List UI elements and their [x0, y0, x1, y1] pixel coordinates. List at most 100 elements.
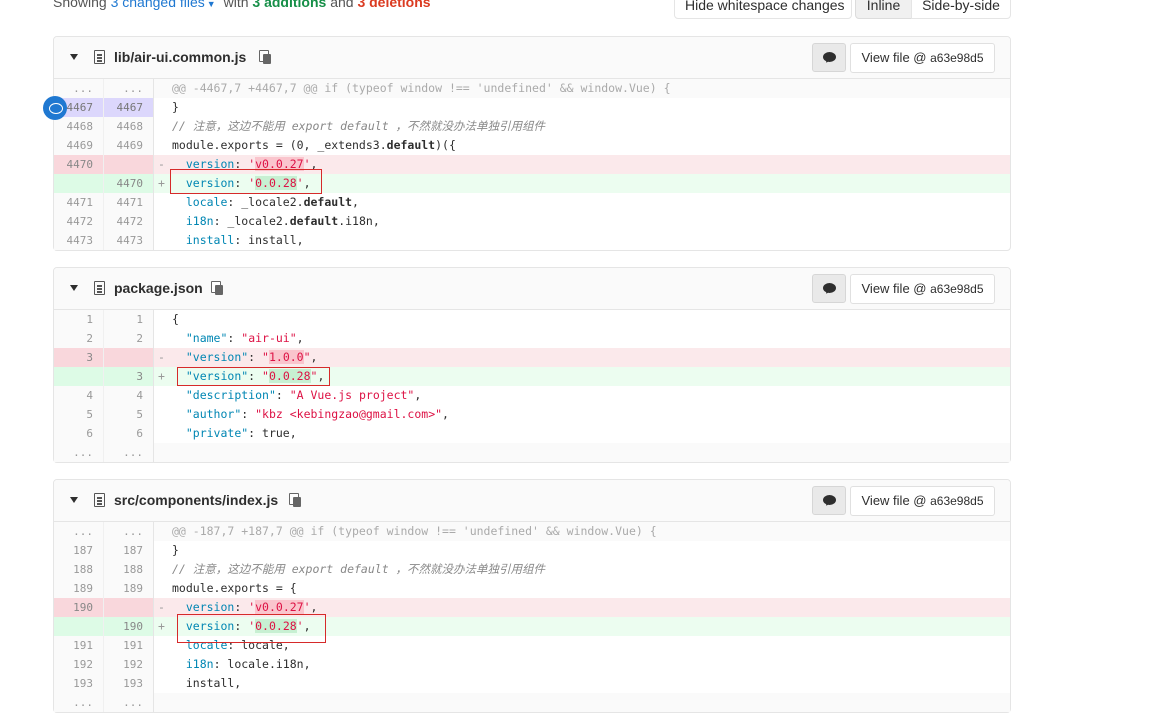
caret-down-icon[interactable]: ▼ — [207, 0, 216, 9]
new-line-number[interactable]: 6 — [104, 424, 154, 443]
diff-line: 55 "author": "kbz <kebingzao@gmail.com>"… — [54, 405, 1010, 424]
line-code: install, — [172, 676, 242, 690]
line-code: @@ -4467,7 +4467,7 @@ if (typeof window … — [172, 79, 1010, 98]
new-line-number[interactable]: 5 — [104, 405, 154, 424]
view-file-button[interactable]: View file @ a63e98d5 — [850, 43, 995, 73]
old-line-number[interactable]: 5 — [54, 405, 104, 424]
diff-file: src/components/index.js View file @ a63e… — [53, 479, 1011, 713]
old-line-number[interactable]: 193 — [54, 674, 104, 693]
diff-line: 4470 - version: 'v0.0.27', — [54, 155, 1010, 174]
diff-lines: ...... @@ -4467,7 +4467,7 @@ if (typeof w… — [54, 79, 1010, 250]
line-code: } — [172, 100, 179, 114]
comment-icon — [823, 283, 836, 293]
copy-path-icon[interactable] — [289, 493, 301, 507]
new-line-number[interactable]: 4471 — [104, 193, 154, 212]
add-comment-icon[interactable] — [43, 96, 67, 120]
line-code: install: install, — [185, 233, 304, 247]
toggle-comments-button[interactable] — [812, 274, 846, 303]
new-line-number[interactable]: 4 — [104, 386, 154, 405]
commit-sha: a63e98d5 — [930, 282, 984, 296]
summary-and: and — [330, 0, 354, 10]
old-line-number[interactable]: 4469 — [54, 136, 104, 155]
old-line-number[interactable]: 190 — [54, 598, 104, 617]
new-line-number[interactable]: 2 — [104, 329, 154, 348]
new-line-number[interactable]: ... — [104, 693, 154, 712]
new-line-number[interactable]: 187 — [104, 541, 154, 560]
diff-hunk-header: ...... @@ -187,7 +187,7 @@ if (typeof win… — [54, 522, 1010, 541]
hide-whitespace-button[interactable]: Hide whitespace changes — [674, 0, 852, 19]
old-line-number[interactable]: 192 — [54, 655, 104, 674]
diff-hunk-header: ...... — [54, 693, 1010, 712]
new-line-number[interactable]: 4467 — [104, 98, 154, 117]
new-line-number[interactable]: 188 — [104, 560, 154, 579]
diff-line: 3 + "version": "0.0.28", — [54, 367, 1010, 386]
old-line-number[interactable] — [54, 174, 104, 193]
old-line-number[interactable]: 187 — [54, 541, 104, 560]
file-name[interactable]: package.json — [114, 280, 203, 296]
new-line-number[interactable] — [104, 598, 154, 617]
diff-line: 189 189 module.exports = { — [54, 579, 1010, 598]
diff-line: 187 187} — [54, 541, 1010, 560]
old-line-number[interactable] — [54, 367, 104, 386]
new-line-number[interactable]: 192 — [104, 655, 154, 674]
new-line-number[interactable] — [104, 348, 154, 367]
old-line-number[interactable]: ... — [54, 79, 104, 98]
new-line-number[interactable]: ... — [104, 443, 154, 462]
view-file-button[interactable]: View file @ a63e98d5 — [850, 274, 995, 304]
new-line-number[interactable]: 4473 — [104, 231, 154, 250]
old-line-number[interactable]: 3 — [54, 348, 104, 367]
old-line-number[interactable]: 188 — [54, 560, 104, 579]
changed-files-dropdown[interactable]: 3 changed files — [111, 0, 205, 10]
diff-line: 191 191 locale: locale, — [54, 636, 1010, 655]
view-file-button[interactable]: View file @ a63e98d5 — [850, 486, 995, 516]
new-line-number[interactable]: 191 — [104, 636, 154, 655]
old-line-number[interactable]: 4468 — [54, 117, 104, 136]
new-line-number[interactable]: 1 — [104, 310, 154, 329]
copy-path-icon[interactable] — [259, 50, 271, 64]
old-line-number[interactable]: ... — [54, 693, 104, 712]
file-name[interactable]: src/components/index.js — [114, 492, 278, 508]
diff-sign: - — [158, 350, 165, 364]
old-line-number[interactable]: 4473 — [54, 231, 104, 250]
old-line-number[interactable]: 4472 — [54, 212, 104, 231]
new-line-number[interactable]: 190 — [104, 617, 154, 636]
old-line-number[interactable]: 2 — [54, 329, 104, 348]
new-line-number[interactable]: 193 — [104, 674, 154, 693]
new-line-number[interactable] — [104, 155, 154, 174]
new-line-number[interactable]: ... — [104, 522, 154, 541]
file-name[interactable]: lib/air-ui.common.js — [114, 49, 246, 65]
old-line-number[interactable]: 6 — [54, 424, 104, 443]
new-line-number[interactable]: 4468 — [104, 117, 154, 136]
collapse-toggle-icon[interactable] — [70, 497, 78, 503]
line-code: version: 'v0.0.27', — [185, 600, 318, 614]
toggle-comments-button[interactable] — [812, 486, 846, 515]
collapse-toggle-icon[interactable] — [70, 54, 78, 60]
old-line-number[interactable]: 4 — [54, 386, 104, 405]
old-line-number[interactable] — [54, 617, 104, 636]
diff-sign: + — [158, 176, 165, 190]
copy-path-icon[interactable] — [211, 281, 223, 295]
new-line-number[interactable]: ... — [104, 79, 154, 98]
file-header: lib/air-ui.common.js View file @ a63e98d… — [54, 37, 1010, 79]
collapse-toggle-icon[interactable] — [70, 285, 78, 291]
old-line-number[interactable]: ... — [54, 443, 104, 462]
old-line-number[interactable]: 4471 — [54, 193, 104, 212]
toggle-comments-button[interactable] — [812, 43, 846, 72]
line-code: version: 'v0.0.27', — [185, 157, 318, 171]
old-line-number[interactable]: 191 — [54, 636, 104, 655]
new-line-number[interactable]: 4470 — [104, 174, 154, 193]
old-line-number[interactable]: 4470 — [54, 155, 104, 174]
line-code: "description": "A Vue.js project", — [185, 388, 422, 402]
diff-file: package.json View file @ a63e98d5 1 1 {2 2 … — [53, 267, 1011, 463]
new-line-number[interactable]: 3 — [104, 367, 154, 386]
inline-view-button[interactable]: Inline — [855, 0, 912, 19]
old-line-number[interactable]: 189 — [54, 579, 104, 598]
old-line-number[interactable]: ... — [54, 522, 104, 541]
new-line-number[interactable]: 4472 — [104, 212, 154, 231]
side-by-side-view-button[interactable]: Side-by-side — [911, 0, 1011, 19]
old-line-number[interactable]: 1 — [54, 310, 104, 329]
line-code: @@ -187,7 +187,7 @@ if (typeof window !=… — [172, 522, 1010, 541]
new-line-number[interactable]: 4469 — [104, 136, 154, 155]
diff-line: 193 193 install, — [54, 674, 1010, 693]
new-line-number[interactable]: 189 — [104, 579, 154, 598]
